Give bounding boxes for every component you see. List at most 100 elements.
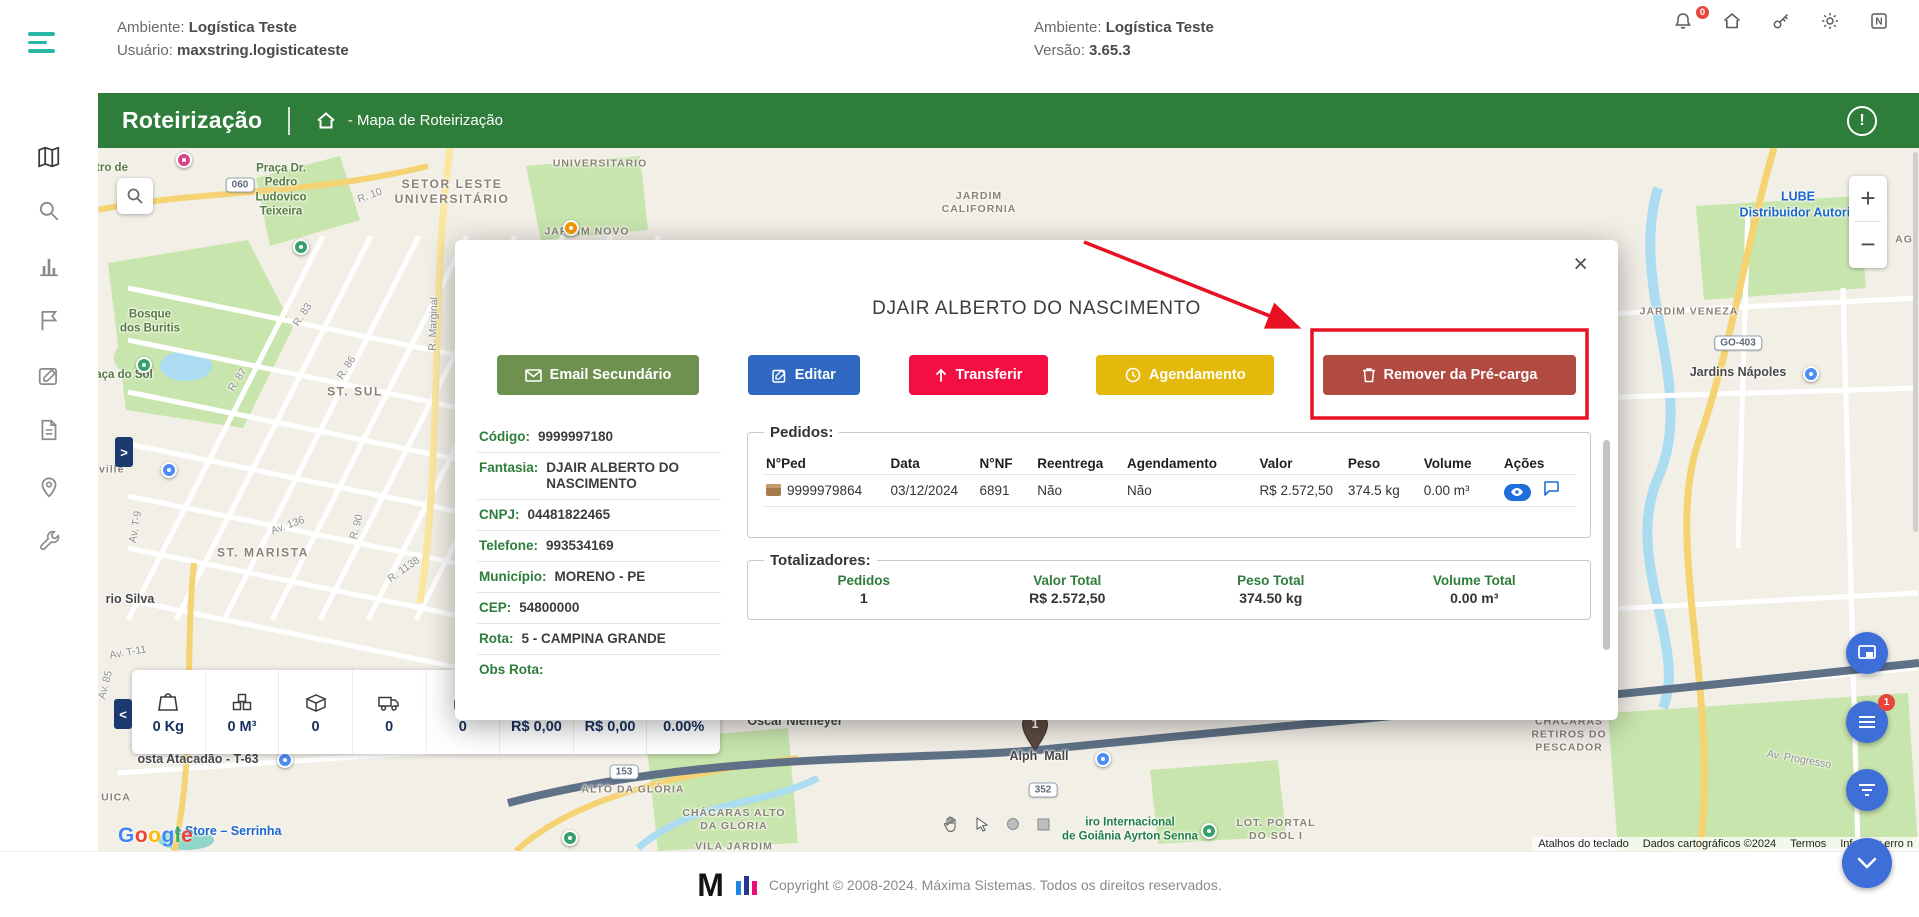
map-overlay-icon	[1857, 643, 1877, 663]
sidebar-item-tools[interactable]	[37, 529, 63, 555]
page-title: Roteirização	[122, 107, 262, 134]
pedidos-section: Pedidos: N°Ped Data N°NF Reentrega Agend…	[747, 424, 1591, 538]
map-poi[interactable]	[563, 220, 579, 236]
settings-gear-icon[interactable]	[1819, 10, 1841, 32]
map-poi[interactable]	[1095, 751, 1111, 767]
key-icon[interactable]	[1770, 10, 1792, 32]
usuario-label: Usuário:	[117, 42, 173, 59]
pedidos-header-row: N°Ped Data N°NF Reentrega Agendamento Va…	[762, 453, 1576, 475]
col-volume: Volume	[1420, 453, 1500, 475]
fab-collapse-button[interactable]	[1842, 838, 1892, 888]
pedido-row[interactable]: 9999979864 03/12/2024 6891 Não Não R$ 2.…	[762, 475, 1576, 507]
col-nnf: N°NF	[975, 453, 1033, 475]
envelope-icon	[525, 369, 542, 382]
sidebar-item-documents[interactable]	[37, 418, 63, 444]
home-icon[interactable]	[1721, 10, 1743, 32]
modal-scrollbar[interactable]	[1603, 440, 1610, 650]
detail-row: Código:9999997180	[477, 422, 721, 453]
col-data: Data	[886, 453, 975, 475]
pedidos-table: N°Ped Data N°NF Reentrega Agendamento Va…	[762, 453, 1576, 507]
map-search-button[interactable]	[117, 178, 153, 214]
cell-nped: 9999979864	[762, 475, 886, 507]
map-poi[interactable]	[293, 239, 309, 255]
attrib-shortcuts[interactable]: Atalhos do teclado	[1538, 838, 1629, 850]
trash-icon	[1362, 367, 1376, 383]
col-valor: Valor	[1255, 453, 1343, 475]
edit-icon	[772, 368, 787, 383]
map-tool-hand-icon[interactable]	[943, 816, 958, 837]
zoom-in-button[interactable]: +	[1849, 176, 1887, 221]
hamburger-menu-icon[interactable]	[28, 32, 58, 56]
detail-row: Fantasia:DJAIR ALBERTO DO NASCIMENTO	[477, 453, 721, 500]
editar-button[interactable]: Editar	[748, 355, 860, 395]
map-poi[interactable]	[161, 462, 177, 478]
environment-info: Ambiente: Logística Teste Usuário: maxst…	[117, 16, 349, 62]
modal-title: DJAIR ALBERTO DO NASCIMENTO	[455, 298, 1618, 320]
copyright-text: Copyright © 2008-2024. Máxima Sistemas. …	[769, 877, 1222, 893]
svg-text:N: N	[1875, 17, 1882, 28]
top-header: Ambiente: Logística Teste Usuário: maxst…	[0, 0, 1919, 93]
client-modal: × DJAIR ALBERTO DO NASCIMENTO Email Secu…	[455, 240, 1618, 720]
col-agendamento: Agendamento	[1123, 453, 1255, 475]
google-logo[interactable]: Google	[118, 824, 193, 848]
fab-overlay-button[interactable]	[1846, 632, 1888, 674]
view-order-button[interactable]	[1504, 484, 1531, 501]
transfer-icon	[934, 368, 948, 383]
chevron-down-icon	[1857, 857, 1877, 869]
zoom-out-button[interactable]: −	[1849, 222, 1887, 267]
transferir-button[interactable]: Transferir	[909, 355, 1048, 395]
sidebar-item-search[interactable]	[37, 199, 63, 225]
ambiente-label: Ambiente:	[117, 19, 185, 36]
close-icon[interactable]: ×	[1573, 252, 1588, 277]
usuario-value: maxstring.logisticateste	[177, 42, 349, 59]
map-tool-circle-icon[interactable]	[1006, 817, 1020, 836]
map-poi[interactable]	[1201, 823, 1217, 839]
email-secundario-button[interactable]: Email Secundário	[497, 355, 699, 395]
sidebar-item-map[interactable]	[37, 145, 63, 171]
remover-pre-carga-button[interactable]: Remover da Pré-carga	[1323, 355, 1576, 395]
alert-button[interactable]: !	[1847, 106, 1877, 136]
fab-filter-button[interactable]	[1846, 769, 1888, 811]
order-comment-button[interactable]	[1543, 480, 1560, 496]
notes-icon[interactable]: N	[1868, 10, 1890, 32]
total-pedidos: Pedidos 1	[762, 573, 966, 606]
map-tool-cursor-icon[interactable]	[975, 817, 989, 837]
detail-row: Obs Rota:	[477, 655, 721, 685]
scrollbar[interactable]	[1913, 152, 1918, 532]
map-poi[interactable]	[176, 152, 192, 168]
total-volume: Volume Total 0.00 m³	[1373, 573, 1577, 606]
package-icon	[766, 484, 781, 496]
notifications-bell-icon[interactable]	[1672, 10, 1694, 32]
cell-peso: 374.5 kg	[1344, 475, 1420, 507]
map-tool-square-icon[interactable]	[1037, 818, 1050, 836]
map-poi[interactable]	[136, 357, 152, 373]
cell-volume: 0.00 m³	[1420, 475, 1500, 507]
ambiente2-value: Logística Teste	[1106, 19, 1214, 36]
stat-weight: 0 Kg	[132, 670, 206, 754]
fab-list-badge: 1	[1878, 694, 1895, 711]
attrib-terms[interactable]: Termos	[1790, 838, 1826, 850]
sidebar-item-reports[interactable]	[37, 254, 63, 280]
total-valor: Valor Total R$ 2.572,50	[966, 573, 1170, 606]
comment-icon	[1543, 480, 1560, 496]
sidebar-item-location[interactable]	[37, 474, 63, 500]
sidebar-item-routes[interactable]	[37, 308, 63, 334]
truck-icon	[377, 690, 401, 714]
sidebar-item-edit[interactable]	[37, 364, 63, 390]
map-poi[interactable]	[562, 830, 578, 846]
stats-collapse-button[interactable]: <	[114, 699, 132, 729]
weight-icon	[156, 690, 180, 714]
cell-nnf: 6891	[975, 475, 1033, 507]
agendamento-button[interactable]: Agendamento	[1096, 355, 1274, 395]
map-poi[interactable]	[277, 752, 293, 768]
panel-expand-button[interactable]: >	[115, 437, 133, 467]
modal-actions: Email Secundário Editar Transferir Agend…	[497, 355, 1576, 395]
col-peso: Peso	[1344, 453, 1420, 475]
total-peso: Peso Total 374.50 kg	[1169, 573, 1373, 606]
map-drawing-tools	[943, 816, 1050, 837]
map-poi[interactable]	[1803, 366, 1819, 382]
footer: M Copyright © 2008-2024. Máxima Sistemas…	[0, 851, 1919, 917]
breadcrumb-home-icon[interactable]	[316, 111, 336, 130]
col-acoes: Ações	[1500, 453, 1576, 475]
volume-icon	[230, 690, 254, 714]
